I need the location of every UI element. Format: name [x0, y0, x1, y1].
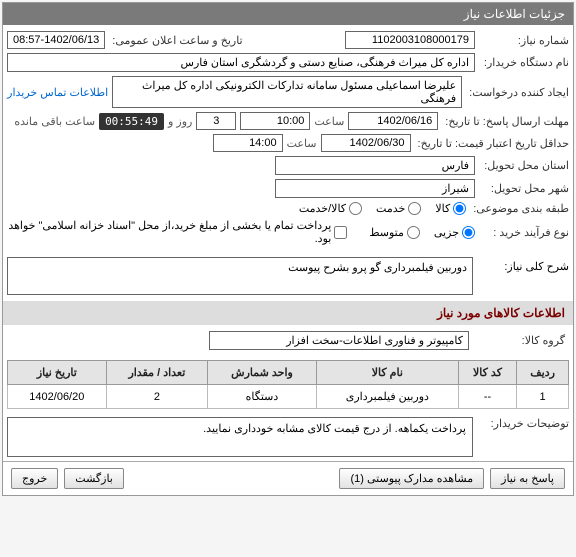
section-items-title: اطلاعات کالاهای مورد نیاز	[3, 301, 573, 325]
table-header-cell: نام کالا	[316, 361, 458, 385]
table-cell: 1	[517, 385, 569, 409]
label-creator: ایجاد کننده درخواست:	[466, 86, 569, 99]
back-button[interactable]: بازگشت	[64, 468, 124, 489]
table-cell: دستگاه	[208, 385, 317, 409]
table-header-cell: تاریخ نیاز	[8, 361, 107, 385]
field-deadline-time: 10:00	[240, 112, 310, 130]
label-deadline: مهلت ارسال پاسخ: تا تاریخ:	[442, 115, 569, 128]
field-announce-date: 1402/06/13 - 08:57	[7, 31, 105, 49]
table-cell: 1402/06/20	[8, 385, 107, 409]
table-header-row: ردیفکد کالانام کالاواحد شمارشتعداد / مقد…	[8, 361, 569, 385]
field-city: شیراز	[275, 179, 475, 198]
radio-motevaset[interactable]: متوسط	[369, 226, 420, 239]
label-buyer-org: نام دستگاه خریدار:	[479, 56, 569, 69]
attachments-button[interactable]: مشاهده مدارک پیوستی (1)	[339, 468, 484, 489]
table-cell: --	[458, 385, 516, 409]
label-min-valid: حداقل تاریخ اعتبار قیمت: تا تاریخ:	[415, 137, 569, 150]
label-sharh: شرح کلی نیاز:	[479, 257, 569, 273]
field-days-left: 3	[196, 112, 236, 130]
field-valid-date: 1402/06/30	[321, 134, 411, 152]
panel-title: جزئیات اطلاعات نیاز	[3, 3, 573, 25]
field-valid-time: 14:00	[213, 134, 283, 152]
label-buyer-notes: توضیحات خریدار:	[479, 417, 569, 430]
label-announce-dt: تاریخ و ساعت اعلان عمومی:	[109, 34, 341, 47]
table-header-cell: تعداد / مقدار	[106, 361, 207, 385]
footer-bar: پاسخ به نیاز مشاهده مدارک پیوستی (1) باز…	[3, 461, 573, 495]
items-table: ردیفکد کالانام کالاواحد شمارشتعداد / مقد…	[7, 360, 569, 409]
table-header-cell: واحد شمارش	[208, 361, 317, 385]
label-process: نوع فرآیند خرید :	[479, 226, 569, 239]
radio-both[interactable]: کالا/خدمت	[299, 202, 362, 215]
table-row: 1--دوربین فیلمبرداریدستگاه21402/06/20	[8, 385, 569, 409]
label-city: شهر محل تحویل:	[479, 182, 569, 195]
checkbox-treasury-payment[interactable]: پرداخت تمام یا بخشی از مبلغ خرید،از محل …	[7, 219, 347, 245]
table-header-cell: کد کالا	[458, 361, 516, 385]
table-cell: 2	[106, 385, 207, 409]
label-province: استان محل تحویل:	[479, 159, 569, 172]
label-rooz: روز و	[168, 115, 192, 128]
radio-khadamat[interactable]: خدمت	[376, 202, 421, 215]
label-niaz-no: شماره نیاز:	[479, 34, 569, 47]
label-remaining: ساعت باقی مانده	[14, 115, 95, 128]
field-buyer-notes: پرداخت یکماهه. از درج قیمت کالای مشابه خ…	[7, 417, 473, 457]
field-niaz-no: 1102003108000179	[345, 31, 475, 49]
field-deadline-date: 1402/06/16	[348, 112, 438, 130]
respond-button[interactable]: پاسخ به نیاز	[490, 468, 565, 489]
field-province: فارس	[275, 156, 475, 175]
field-group: کامپیوتر و فناوری اطلاعات-سخت افزار	[209, 331, 469, 350]
countdown-timer: 00:55:49	[99, 113, 164, 130]
field-buyer-org: اداره کل میراث فرهنگی، صنایع دستی و گردش…	[7, 53, 475, 72]
need-details-panel: جزئیات اطلاعات نیاز شماره نیاز: 11020031…	[2, 2, 574, 496]
table-header-cell: ردیف	[517, 361, 569, 385]
table-cell: دوربین فیلمبرداری	[316, 385, 458, 409]
subject-category-group: کالا خدمت کالا/خدمت	[299, 202, 466, 215]
field-creator: علیرضا اسماعیلی مسئول سامانه تدارکات الک…	[112, 76, 462, 108]
link-contact-info[interactable]: اطلاعات تماس خریدار	[7, 86, 108, 99]
radio-jozei[interactable]: جزیی	[434, 226, 475, 239]
radio-kala[interactable]: کالا	[435, 202, 466, 215]
exit-button[interactable]: خروج	[11, 468, 58, 489]
label-subject-cat: طبقه بندی موضوعی:	[470, 202, 569, 215]
label-group: گروه کالا:	[475, 334, 565, 347]
field-sharh: دوربین فیلمبرداری گو پرو بشرح پیوست	[7, 257, 473, 295]
process-group: جزیی متوسط	[369, 226, 475, 239]
label-saat1: ساعت	[314, 115, 344, 128]
label-saat2: ساعت	[287, 137, 317, 150]
panel-body: شماره نیاز: 1102003108000179 تاریخ و ساع…	[3, 25, 573, 255]
